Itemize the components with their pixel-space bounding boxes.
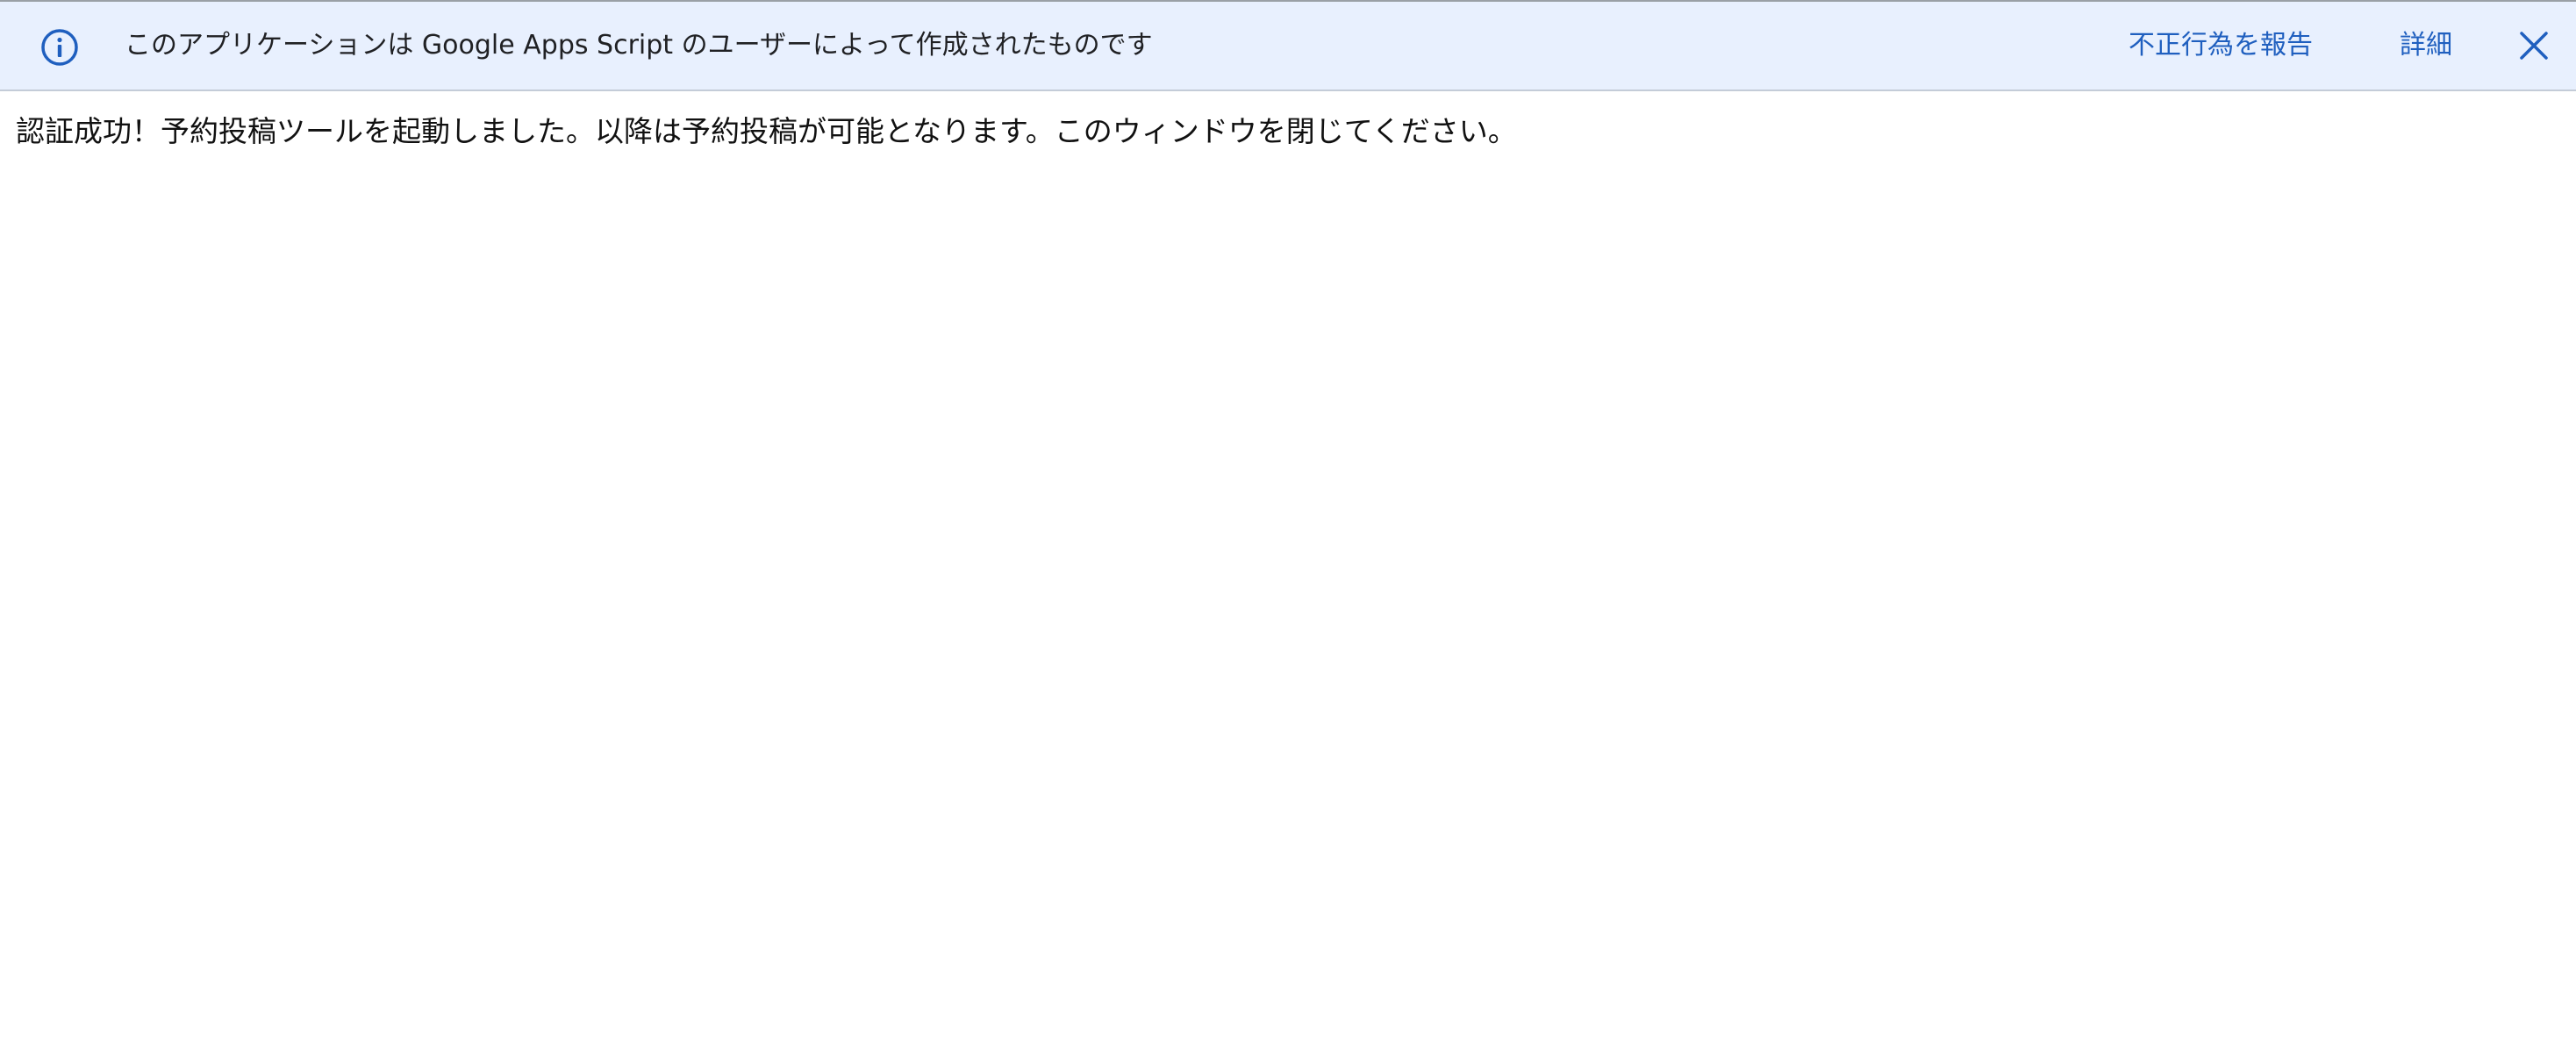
details-link[interactable]: 詳細 [2400,2,2452,90]
close-icon[interactable] [2518,30,2550,61]
gas-warning-banner: このアプリケーションは Google Apps Script のユーザーによって… [0,0,2576,91]
info-icon [40,28,79,67]
success-message: 認証成功！予約投稿ツールを起動しました。以降は予約投稿が可能となります。このウィ… [16,114,1517,148]
report-abuse-link[interactable]: 不正行為を報告 [2129,2,2313,90]
banner-message: このアプリケーションは Google Apps Script のユーザーによって… [125,30,1153,61]
